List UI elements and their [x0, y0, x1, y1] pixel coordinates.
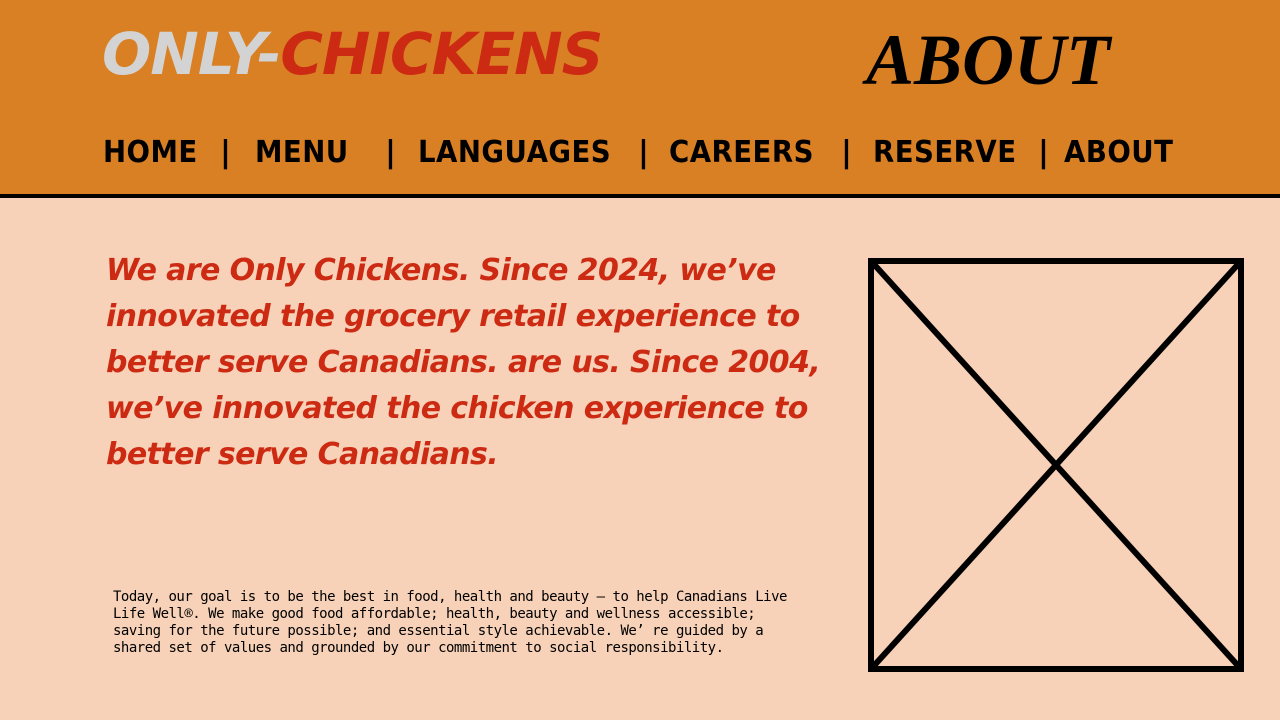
- nav-separator: |: [385, 134, 396, 170]
- logo-text-only: ONLY-: [102, 20, 281, 88]
- about-page: ONLY-CHICKENS ABOUT HOME | MENU | LANGUA…: [0, 0, 1280, 720]
- logo-text-chickens: CHICKENS: [280, 20, 603, 88]
- nav-item-home[interactable]: HOME: [103, 135, 211, 170]
- nav-separator: |: [638, 134, 649, 170]
- nav-separator: |: [841, 134, 852, 170]
- about-body-text: Today, our goal is to be the best in foo…: [113, 589, 787, 656]
- nav-separator: |: [220, 134, 231, 170]
- nav-item-about[interactable]: ABOUT: [1064, 135, 1173, 170]
- site-logo[interactable]: ONLY-CHICKENS: [102, 18, 603, 90]
- nav-separator: |: [1038, 134, 1049, 170]
- main-nav: HOME | MENU | LANGUAGES | CAREERS | RESE…: [103, 132, 1183, 172]
- nav-item-careers[interactable]: CAREERS: [669, 135, 827, 170]
- intro-heading: We are Only Chickens. Since 2024, we’ve …: [106, 253, 821, 472]
- page-title: ABOUT: [866, 20, 1111, 100]
- nav-item-menu[interactable]: MENU: [255, 135, 375, 170]
- nav-item-languages[interactable]: LANGUAGES: [418, 135, 620, 170]
- image-placeholder-icon: [868, 258, 1244, 672]
- site-header: ONLY-CHICKENS ABOUT HOME | MENU | LANGUA…: [0, 0, 1280, 198]
- nav-item-reserve[interactable]: RESERVE: [873, 135, 1025, 170]
